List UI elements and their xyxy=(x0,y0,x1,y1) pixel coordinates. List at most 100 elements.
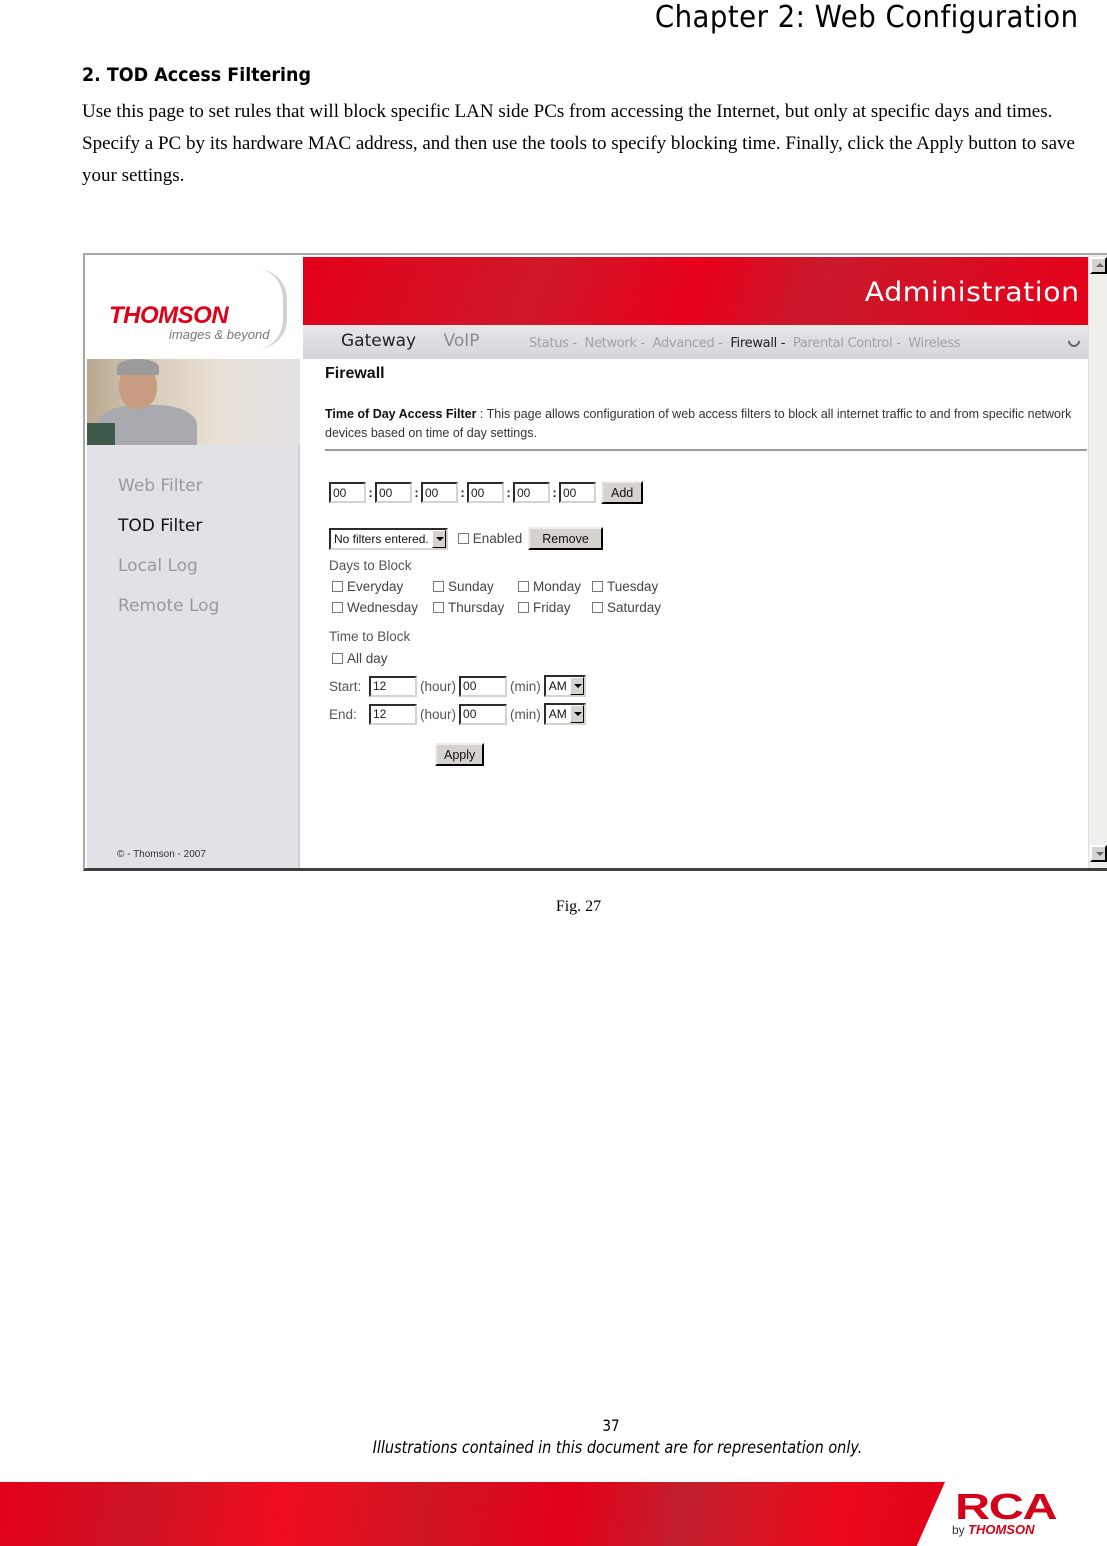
mac-address-row: : : : : : Add xyxy=(329,481,644,504)
start-hour-input[interactable] xyxy=(369,675,417,697)
end-time-row: End: (hour) (min) AM xyxy=(329,703,586,725)
mac-field-6[interactable] xyxy=(559,482,596,503)
header-banner: Administration xyxy=(303,257,1088,325)
day-label: Saturday xyxy=(607,600,662,615)
end-ampm-select[interactable]: AM xyxy=(543,703,586,725)
screenshot-figure: THOMSON images & beyond Web Filter TOD F… xyxy=(83,253,1107,871)
hour-unit: (hour) xyxy=(420,678,457,694)
mac-field-1[interactable] xyxy=(329,482,366,503)
nav-firewall[interactable]: Firewall - xyxy=(730,336,785,351)
nav-wireless[interactable]: Wireless xyxy=(908,336,960,351)
chevron-down-icon[interactable] xyxy=(569,677,584,695)
mac-separator: : xyxy=(460,485,465,500)
filter-select-value: No filters entered. xyxy=(334,531,429,546)
checkbox-icon[interactable] xyxy=(592,602,603,613)
checkbox-icon[interactable] xyxy=(518,581,529,592)
day-label: Sunday xyxy=(448,579,494,594)
mac-separator: : xyxy=(368,485,373,500)
add-button[interactable]: Add xyxy=(601,481,644,504)
mac-separator: : xyxy=(414,485,419,500)
nav-advanced[interactable]: Advanced - xyxy=(653,336,723,351)
checkbox-icon[interactable] xyxy=(332,653,343,664)
hour-unit: (hour) xyxy=(420,706,457,722)
scroll-down-icon[interactable] xyxy=(1090,845,1107,862)
scroll-up-icon[interactable] xyxy=(1090,257,1107,274)
chevron-down-icon[interactable] xyxy=(431,529,446,548)
end-label: End: xyxy=(329,706,357,722)
rca-logo-sub: by THOMSON xyxy=(952,1522,1034,1537)
tab-voip[interactable]: VoIP xyxy=(444,331,480,351)
banner-title: Administration xyxy=(865,277,1080,308)
rca-by-prefix: by xyxy=(952,1523,965,1537)
time-to-block-label: Time to Block xyxy=(329,629,411,644)
day-checkbox-wednesday[interactable]: Wednesday xyxy=(332,600,433,615)
day-checkbox-saturday[interactable]: Saturday xyxy=(592,600,672,615)
day-checkbox-everyday[interactable]: Everyday xyxy=(332,579,433,594)
day-checkbox-thursday[interactable]: Thursday xyxy=(433,600,518,615)
end-min-input[interactable] xyxy=(459,703,508,725)
checkbox-icon[interactable] xyxy=(457,533,469,544)
start-min-input[interactable] xyxy=(459,675,508,697)
nav-bar: Gateway VoIP Status - Network - Advanced… xyxy=(303,325,1088,359)
divider xyxy=(325,449,1087,451)
day-label: Tuesday xyxy=(607,579,659,594)
start-ampm-select[interactable]: AM xyxy=(543,675,586,697)
sidebar-item-remote-log[interactable]: Remote Log xyxy=(118,591,219,631)
filter-select[interactable]: No filters entered. xyxy=(329,527,448,550)
mac-field-2[interactable] xyxy=(375,482,412,503)
nav-parental-control[interactable]: Parental Control - xyxy=(793,336,901,351)
day-checkbox-monday[interactable]: Monday xyxy=(518,579,592,594)
days-to-block-label: Days to Block xyxy=(329,558,412,573)
chapter-title: Chapter 2: Web Configuration xyxy=(655,0,1079,35)
checkbox-icon[interactable] xyxy=(592,581,603,592)
day-label: Thursday xyxy=(448,600,505,615)
checkbox-icon[interactable] xyxy=(433,581,444,592)
days-grid: Everyday Sunday Monday Tuesday Wednesday… xyxy=(332,579,672,615)
figure-caption: Fig. 27 xyxy=(555,898,602,915)
mac-field-4[interactable] xyxy=(467,482,504,503)
apply-button[interactable]: Apply xyxy=(435,743,485,766)
checkbox-icon[interactable] xyxy=(433,602,444,613)
day-label: Everyday xyxy=(347,579,404,594)
filter-row: No filters entered. Enabled Remove xyxy=(329,527,603,550)
day-label: Monday xyxy=(533,579,582,594)
checkbox-icon[interactable] xyxy=(332,602,343,613)
checkbox-icon[interactable] xyxy=(332,581,343,592)
disclaimer: Illustrations contained in this document… xyxy=(372,1438,863,1458)
loading-spinner-icon xyxy=(1065,332,1083,350)
section-title: 2. TOD Access Filtering xyxy=(82,64,311,86)
nav-network[interactable]: Network - xyxy=(585,336,646,351)
ampm-value: AM xyxy=(548,679,567,693)
all-day-checkbox[interactable]: All day xyxy=(332,651,388,666)
min-unit: (min) xyxy=(510,706,541,722)
enabled-checkbox[interactable]: Enabled xyxy=(457,531,522,546)
mac-separator: : xyxy=(506,485,511,500)
sidebar-item-tod-filter[interactable]: TOD Filter xyxy=(118,511,219,551)
chevron-down-icon[interactable] xyxy=(569,705,584,723)
start-time-row: Start: (hour) (min) AM xyxy=(329,675,586,697)
logo-text: THOMSON xyxy=(109,302,229,329)
day-checkbox-tuesday[interactable]: Tuesday xyxy=(592,579,672,594)
ampm-value: AM xyxy=(548,707,567,721)
end-hour-input[interactable] xyxy=(369,703,417,725)
copyright: © - Thomson - 2007 xyxy=(117,849,206,860)
page-title: Firewall xyxy=(325,365,385,382)
intro-paragraph: Use this page to set rules that will blo… xyxy=(82,101,1075,186)
mac-field-5[interactable] xyxy=(513,482,550,503)
sidebar-item-local-log[interactable]: Local Log xyxy=(118,551,219,591)
nav-status[interactable]: Status - xyxy=(529,336,577,351)
tab-gateway[interactable]: Gateway xyxy=(341,331,416,351)
vertical-scrollbar[interactable] xyxy=(1088,255,1107,868)
checkbox-icon[interactable] xyxy=(518,602,529,613)
day-checkbox-sunday[interactable]: Sunday xyxy=(433,579,518,594)
logo-tagline: images & beyond xyxy=(169,327,270,342)
mac-separator: : xyxy=(552,485,557,500)
content-area: Firewall Time of Day Access Filter : Thi… xyxy=(325,365,1087,766)
day-checkbox-friday[interactable]: Friday xyxy=(518,600,592,615)
page-description: Time of Day Access Filter : This page al… xyxy=(325,405,1075,443)
sidebar-item-web-filter[interactable]: Web Filter xyxy=(118,471,219,511)
mac-field-3[interactable] xyxy=(421,482,458,503)
thomson-logo: THOMSON images & beyond xyxy=(87,257,303,359)
description-label: Time of Day Access Filter xyxy=(325,407,477,421)
remove-button[interactable]: Remove xyxy=(528,527,603,550)
